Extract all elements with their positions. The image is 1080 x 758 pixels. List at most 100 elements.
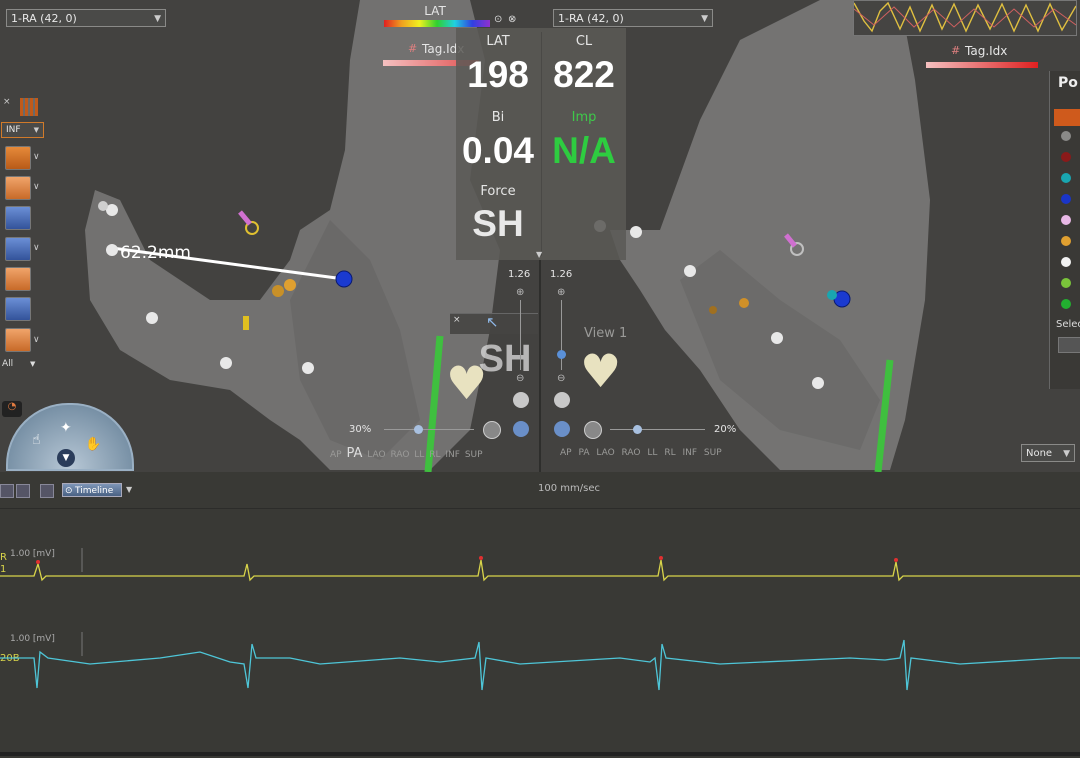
filter-select[interactable]: INF ▼ [1,122,44,138]
lat-bar-close-icon[interactable]: ⊗ [508,14,516,25]
view-inf[interactable]: INF [445,450,460,460]
point-color-swatch[interactable] [1061,152,1071,162]
left-rotate-button[interactable] [513,392,529,408]
chevron-down-icon: ▼ [30,360,36,368]
right-opacity-track[interactable] [610,429,705,430]
right-tag-index-icon: # [951,44,961,57]
left-zoom-out-icon[interactable]: ⊖ [516,373,524,384]
right-zoom-in-icon[interactable]: ⊕ [557,287,565,298]
view-ap[interactable]: AP [560,448,572,458]
view-pa[interactable]: PA [578,448,589,458]
imp-label: Imp [571,110,597,125]
lat-bar-label: LAT [424,4,446,18]
map-viewport[interactable]: LAT ⊙ ⊗ 1-RA (42, 0) ▼ 1-RA (42, 0) ▼ # … [0,0,1080,472]
left-zoom-track[interactable] [520,300,521,370]
grid-points-tool-button[interactable] [5,297,31,321]
dial-pan-icon[interactable]: ☝ [32,432,41,448]
lat-bar-settings-icon[interactable]: ⊙ [494,14,502,25]
point-color-swatch[interactable] [1061,257,1071,267]
dial-down-icon[interactable]: ▼ [57,449,75,467]
cursor-arrow-icon: ↖ [486,313,499,331]
dial-mode-icon[interactable]: ◔ [2,401,22,417]
point-color-swatch[interactable] [1061,194,1071,204]
all-select-value: All [2,359,14,369]
view-sup[interactable]: SUP [704,448,722,458]
right-rotate-button[interactable] [554,392,570,408]
channel-1-trace [0,559,1080,582]
mini-ecg-trace [853,1,1077,33]
left-zoom-value: 1.26 [508,269,531,280]
view-rl[interactable]: RL [429,450,440,460]
chevron-down-icon[interactable]: ∨ [33,335,40,345]
right-zoom-out-icon[interactable]: ⊖ [557,373,565,384]
readout-expand-icon[interactable]: ▼ [536,250,542,259]
point-color-swatch[interactable] [1061,299,1071,309]
all-select[interactable]: All ▼ [2,359,35,369]
bar-tool-button[interactable] [5,328,31,352]
chevron-down-icon: ▼ [1063,449,1070,459]
measurement-label: 62.2mm [120,243,191,263]
mini-force-window: × ↖ [450,313,538,334]
force-label: Force [480,184,516,199]
left-sphere-view-button[interactable] [513,421,529,437]
tag-tool-button[interactable] [5,206,31,230]
view-rao[interactable]: RAO [622,448,641,458]
point-color-swatch[interactable] [1061,215,1071,225]
view-lao[interactable]: LAO [367,450,385,460]
view-inf[interactable]: INF [682,448,697,458]
chevron-down-icon[interactable]: ∨ [33,243,40,253]
bi-label: Bi [491,110,505,125]
mini-window-close-icon[interactable]: × [453,315,461,325]
left-reset-view-button[interactable] [483,421,501,439]
catheter-tool-button[interactable] [5,146,31,170]
right-catheter-select[interactable]: 1-RA (42, 0) ▼ [553,9,713,27]
view-pa[interactable]: PA [346,446,362,461]
chevron-down-icon[interactable]: ∨ [33,152,40,162]
right-reset-view-button[interactable] [584,421,602,439]
projection-tool-button[interactable] [5,176,31,200]
right-zoom-thumb[interactable] [557,350,566,359]
right-zoom-value: 1.26 [550,269,573,280]
right-sphere-view-button[interactable] [554,421,570,437]
view-lao[interactable]: LAO [596,448,614,458]
right-view-buttons: AP PA LAO RAO LL RL INF SUP [560,448,722,458]
lat-label: LAT [486,34,510,49]
left-view-buttons: AP PA LAO RAO LL RL INF SUP [330,446,483,461]
right-opacity-thumb[interactable] [633,425,642,434]
left-catheter-select[interactable]: 1-RA (42, 0) ▼ [6,9,166,27]
view-ap[interactable]: AP [330,450,342,460]
left-toolbar-close-icon[interactable]: × [3,97,11,107]
grid-tool-icon[interactable] [20,98,38,116]
right-catheter-select-value: 1-RA (42, 0) [558,12,624,25]
left-opacity-thumb[interactable] [414,425,423,434]
view-label: View 1 [584,326,628,341]
view-ll[interactable]: LL [414,450,424,460]
points-select-box[interactable] [1058,337,1080,353]
dial-magic-icon[interactable]: ✦ [60,420,72,436]
right-tag-index-scale [926,62,1038,68]
dial-hand-icon[interactable]: ✋ [85,437,101,452]
right-zoom-track[interactable] [561,300,562,370]
mesh-tool-button[interactable] [5,237,31,261]
readout-panel: LAT CL 198 822 Bi Imp 0.04 N/A Force SH [456,28,626,260]
left-opacity-track[interactable] [384,429,474,430]
chevron-down-icon[interactable]: ∨ [33,182,40,192]
points-panel-title: Po [1058,75,1078,91]
right-tag-index-label: Tag.Idx [965,44,1008,58]
point-color-swatch[interactable] [1061,278,1071,288]
points-panel: Po Selec [1049,71,1080,389]
ecg-panel[interactable]: ⊙ Timeline ▼ 100 mm/sec 1.00 [mV] R1 1.0… [0,472,1080,758]
points-selected-row[interactable] [1054,109,1080,126]
left-zoom-in-icon[interactable]: ⊕ [516,287,524,298]
point-color-swatch[interactable] [1061,131,1071,141]
view-rl[interactable]: RL [664,448,675,458]
bi-value: 0.04 [461,130,534,171]
point-color-swatch[interactable] [1061,236,1071,246]
point-color-swatch[interactable] [1061,173,1071,183]
view-ll[interactable]: LL [647,448,657,458]
table-tool-button[interactable] [5,267,31,291]
none-select[interactable]: None ▼ [1021,444,1075,462]
view-rao[interactable]: RAO [390,450,409,460]
view-sup[interactable]: SUP [465,450,483,460]
channel-2-trace [0,639,1080,691]
